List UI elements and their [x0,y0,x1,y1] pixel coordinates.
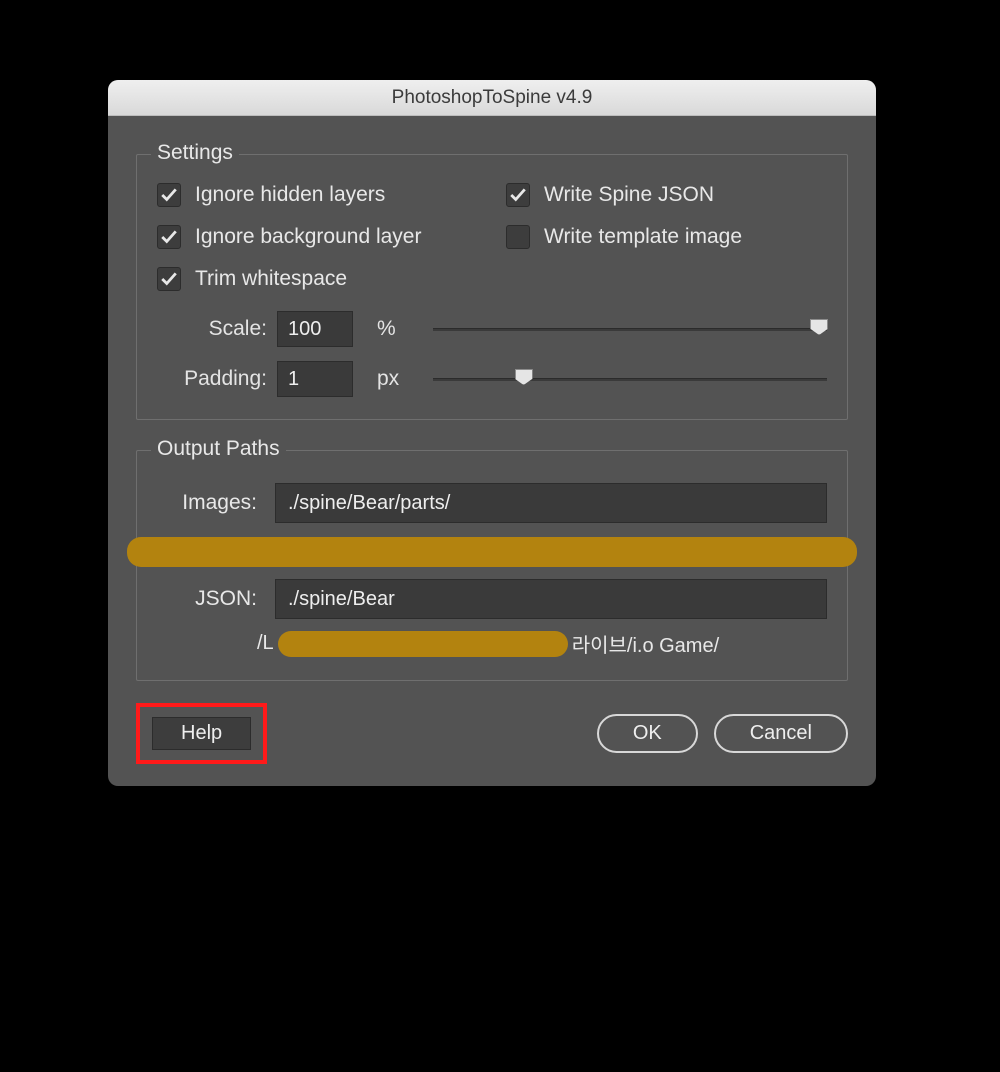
slider-track [433,378,827,381]
images-path-input[interactable] [275,483,827,523]
padding-slider[interactable] [433,369,827,389]
cancel-button[interactable]: Cancel [714,714,848,753]
json-label: JSON: [157,587,257,611]
checkbox-label: Trim whitespace [195,267,347,291]
checkbox-label: Write template image [544,225,742,249]
checkbox-label: Ignore background layer [195,225,421,249]
redaction-brush-icon [278,631,568,657]
checkbox-icon [157,225,181,249]
ignore-hidden-checkbox[interactable]: Ignore hidden layers [157,183,478,207]
title-bar: PhotoshopToSpine v4.9 [108,80,876,116]
write-spine-json-checkbox[interactable]: Write Spine JSON [506,183,827,207]
json-path-row: JSON: [157,579,827,619]
scale-row: Scale: % [157,311,827,347]
settings-checkboxes: Ignore hidden layers Write Spine JSON Ig… [157,183,827,291]
slider-thumb-icon[interactable] [810,319,828,335]
images-label: Images: [157,491,257,515]
dialog-footer: Help OK Cancel [136,703,848,764]
checkbox-icon [157,183,181,207]
checkbox-icon [506,183,530,207]
slider-track [433,328,827,331]
scale-input[interactable] [277,311,353,347]
resolved-path-hint: /L 라이브/i.o Game/ [257,629,827,658]
checkbox-icon [506,225,530,249]
output-paths-group: Output Paths Images: JSON: /L 라이브/i.o Ga… [136,450,848,681]
write-template-checkbox[interactable]: Write template image [506,225,827,249]
redaction-brush-icon [127,537,857,567]
checkbox-label: Ignore hidden layers [195,183,385,207]
ignore-background-checkbox[interactable]: Ignore background layer [157,225,478,249]
images-path-row: Images: [157,483,827,523]
scale-label: Scale: [157,317,267,341]
window-title: PhotoshopToSpine v4.9 [392,87,593,108]
help-highlight-box: Help [136,703,267,764]
ok-button[interactable]: OK [597,714,698,753]
hint-prefix: /L [257,632,274,655]
checkbox-icon [157,267,181,291]
slider-thumb-icon[interactable] [515,369,533,385]
json-path-input[interactable] [275,579,827,619]
output-legend: Output Paths [151,437,286,461]
padding-row: Padding: px [157,361,827,397]
scale-unit: % [377,317,417,341]
trim-whitespace-checkbox[interactable]: Trim whitespace [157,267,478,291]
padding-label: Padding: [157,367,267,391]
settings-legend: Settings [151,141,239,165]
scale-slider[interactable] [433,319,827,339]
help-button[interactable]: Help [152,717,251,750]
padding-unit: px [377,367,417,391]
settings-group: Settings Ignore hidden layers Write Spin… [136,154,848,420]
dialog-content: Settings Ignore hidden layers Write Spin… [108,116,876,786]
padding-input[interactable] [277,361,353,397]
hint-suffix: 라이브/i.o Game/ [572,629,719,658]
dialog-window: PhotoshopToSpine v4.9 Settings Ignore hi… [108,80,876,786]
checkbox-label: Write Spine JSON [544,183,714,207]
